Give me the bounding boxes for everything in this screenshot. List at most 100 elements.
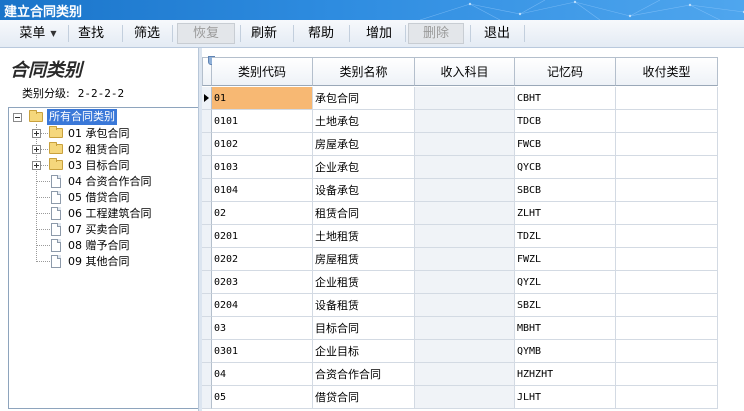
expand-toggle-icon[interactable] <box>32 161 41 170</box>
cell-category-code[interactable]: 0203 <box>212 271 313 294</box>
cell-mnemonic-code[interactable]: TDZL <box>515 225 616 248</box>
cell-payment-type[interactable] <box>616 340 718 363</box>
header-mnemonic-code[interactable]: 记忆码 <box>515 57 616 86</box>
tree-node[interactable]: 01 承包合同 <box>9 126 194 141</box>
row-indicator[interactable] <box>202 363 212 386</box>
cell-mnemonic-code[interactable]: CBHT <box>515 87 616 110</box>
cell-income-account[interactable] <box>415 248 515 271</box>
cell-category-code[interactable]: 05 <box>212 386 313 409</box>
row-indicator[interactable] <box>202 179 212 202</box>
cell-mnemonic-code[interactable]: FWZL <box>515 248 616 271</box>
cell-mnemonic-code[interactable]: ZLHT <box>515 202 616 225</box>
cell-category-code[interactable]: 0204 <box>212 294 313 317</box>
cell-mnemonic-code[interactable]: QYMB <box>515 340 616 363</box>
cell-payment-type[interactable] <box>616 248 718 271</box>
header-category-code[interactable]: 类别代码 <box>212 57 313 86</box>
cell-category-name[interactable]: 企业承包 <box>313 156 415 179</box>
cell-mnemonic-code[interactable]: JLHT <box>515 386 616 409</box>
cell-mnemonic-code[interactable]: QYCB <box>515 156 616 179</box>
table-row[interactable]: 02 租赁合同 ZLHT <box>202 202 744 225</box>
cell-category-code[interactable]: 0104 <box>212 179 313 202</box>
category-tree[interactable]: 所有合同类别 01 承包合同 02 租赁合同 03 目标合同 04 合资合作合同 05 借… <box>8 107 199 409</box>
cell-payment-type[interactable] <box>616 386 718 409</box>
row-indicator[interactable] <box>202 271 212 294</box>
table-row[interactable]: 0201 土地租赁 TDZL <box>202 225 744 248</box>
find-button[interactable]: 查找 <box>72 23 110 44</box>
cell-category-name[interactable]: 设备租赁 <box>313 294 415 317</box>
table-row[interactable]: 01 承包合同 CBHT <box>202 87 744 110</box>
table-row[interactable]: 0203 企业租赁 QYZL <box>202 271 744 294</box>
cell-income-account[interactable] <box>415 363 515 386</box>
table-row[interactable]: 0204 设备租赁 SBZL <box>202 294 744 317</box>
restore-button[interactable]: 恢复 <box>177 23 235 44</box>
expand-toggle-icon[interactable] <box>32 145 41 154</box>
cell-category-name[interactable]: 借贷合同 <box>313 386 415 409</box>
table-row[interactable]: 03 目标合同 MBHT <box>202 317 744 340</box>
cell-category-code[interactable]: 0103 <box>212 156 313 179</box>
cell-payment-type[interactable] <box>616 87 718 110</box>
cell-category-code[interactable]: 0101 <box>212 110 313 133</box>
cell-category-code[interactable]: 0301 <box>212 340 313 363</box>
exit-button[interactable]: 退出 <box>478 23 516 44</box>
cell-income-account[interactable] <box>415 202 515 225</box>
cell-category-name[interactable]: 设备承包 <box>313 179 415 202</box>
table-row[interactable]: 0301 企业目标 QYMB <box>202 340 744 363</box>
refresh-button[interactable]: 刷新 <box>245 23 283 44</box>
tree-node[interactable]: 05 借贷合同 <box>9 190 194 205</box>
header-payment-type[interactable]: 收付类型 <box>616 57 718 86</box>
cell-category-code[interactable]: 01 <box>212 87 313 110</box>
table-row[interactable]: 0202 房屋租赁 FWZL <box>202 248 744 271</box>
row-indicator[interactable] <box>202 202 212 225</box>
row-indicator[interactable] <box>202 386 212 409</box>
row-indicator[interactable] <box>202 156 212 179</box>
cell-category-name[interactable]: 房屋承包 <box>313 133 415 156</box>
cell-payment-type[interactable] <box>616 271 718 294</box>
row-indicator[interactable] <box>202 87 212 110</box>
cell-income-account[interactable] <box>415 133 515 156</box>
tree-node[interactable]: 07 买卖合同 <box>9 222 194 237</box>
row-indicator[interactable] <box>202 340 212 363</box>
cell-payment-type[interactable] <box>616 133 718 156</box>
cell-category-code[interactable]: 0202 <box>212 248 313 271</box>
row-indicator[interactable] <box>202 110 212 133</box>
cell-payment-type[interactable] <box>616 179 718 202</box>
row-indicator[interactable] <box>202 248 212 271</box>
collapse-toggle-icon[interactable] <box>13 113 22 122</box>
cell-income-account[interactable] <box>415 271 515 294</box>
tree-node[interactable]: 08 赠予合同 <box>9 238 194 253</box>
cell-income-account[interactable] <box>415 156 515 179</box>
cell-category-name[interactable]: 企业目标 <box>313 340 415 363</box>
cell-category-code[interactable]: 0102 <box>212 133 313 156</box>
cell-category-name[interactable]: 企业租赁 <box>313 271 415 294</box>
row-indicator[interactable] <box>202 317 212 340</box>
cell-mnemonic-code[interactable]: MBHT <box>515 317 616 340</box>
cell-income-account[interactable] <box>415 386 515 409</box>
table-row[interactable]: 0102 房屋承包 FWCB <box>202 133 744 156</box>
cell-category-name[interactable]: 房屋租赁 <box>313 248 415 271</box>
cell-category-code[interactable]: 0201 <box>212 225 313 248</box>
tree-node-root[interactable]: 所有合同类别 <box>9 109 189 125</box>
cell-category-name[interactable]: 承包合同 <box>313 87 415 110</box>
table-row[interactable]: 0103 企业承包 QYCB <box>202 156 744 179</box>
tree-node[interactable]: 06 工程建筑合同 <box>9 206 194 221</box>
cell-mnemonic-code[interactable]: TDCB <box>515 110 616 133</box>
cell-payment-type[interactable] <box>616 156 718 179</box>
row-indicator[interactable] <box>202 294 212 317</box>
table-row[interactable]: 05 借贷合同 JLHT <box>202 386 744 409</box>
row-indicator[interactable] <box>202 225 212 248</box>
cell-payment-type[interactable] <box>616 294 718 317</box>
cell-payment-type[interactable] <box>616 363 718 386</box>
row-indicator[interactable] <box>202 133 212 156</box>
header-income-account[interactable]: 收入科目 <box>415 57 515 86</box>
cell-category-code[interactable]: 04 <box>212 363 313 386</box>
cell-category-code[interactable]: 03 <box>212 317 313 340</box>
expand-toggle-icon[interactable] <box>32 129 41 138</box>
cell-income-account[interactable] <box>415 225 515 248</box>
cell-category-code[interactable]: 02 <box>212 202 313 225</box>
add-button[interactable]: 增加 <box>360 23 398 44</box>
delete-button[interactable]: 删除 <box>408 23 464 44</box>
tree-node[interactable]: 03 目标合同 <box>9 158 194 173</box>
table-row[interactable]: 0101 土地承包 TDCB <box>202 110 744 133</box>
cell-category-name[interactable]: 土地承包 <box>313 110 415 133</box>
help-button[interactable]: 帮助 <box>302 23 340 44</box>
